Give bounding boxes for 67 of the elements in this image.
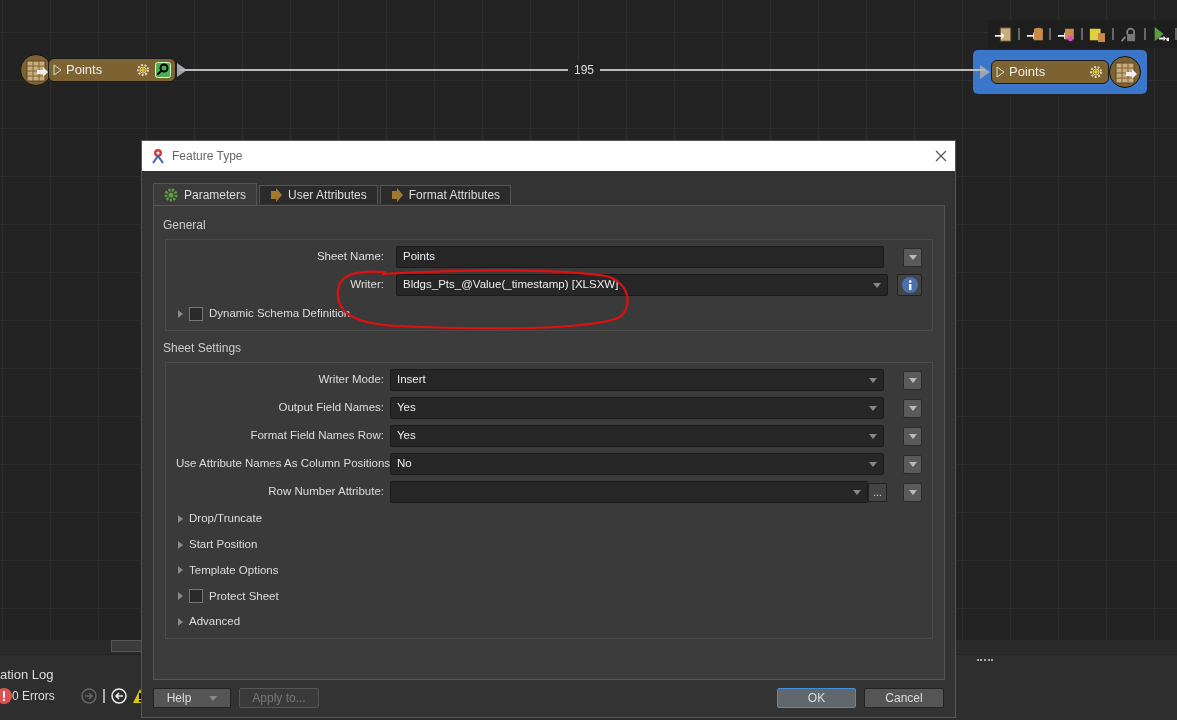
gear-icon[interactable]: [1088, 64, 1104, 80]
inspect-icon[interactable]: [155, 62, 171, 78]
error-icon: [0, 688, 12, 704]
group-label[interactable]: Drop/Truncate: [189, 510, 263, 528]
add-reader-icon[interactable]: [994, 24, 1012, 44]
input-field[interactable]: Points: [396, 246, 884, 268]
feature-node[interactable]: Points: [20, 54, 188, 86]
expand-icon[interactable]: [178, 540, 183, 549]
error-count[interactable]: 0 Errors: [12, 687, 55, 705]
dropdown-field[interactable]: Yes: [390, 397, 884, 419]
dropdown-button[interactable]: [903, 454, 922, 474]
field-label: Use Attribute Names As Column Positions:: [176, 456, 390, 472]
expand-icon[interactable]: [178, 310, 183, 318]
group-label[interactable]: Template Options: [189, 561, 279, 580]
dropdown-field[interactable]: [390, 481, 868, 503]
log-title: ation Log: [0, 666, 54, 684]
dropdown-field[interactable]: Insert: [390, 369, 884, 391]
info-icon: [901, 277, 918, 293]
gear-icon[interactable]: [135, 62, 151, 78]
arrow-icon: [390, 188, 403, 202]
dropdown-button[interactable]: [903, 426, 922, 446]
node-label: Points: [66, 61, 104, 80]
forward-icon[interactable]: [80, 688, 97, 704]
dropdown-button[interactable]: [903, 370, 922, 390]
dropdown-button[interactable]: [903, 398, 922, 418]
node-label: Points: [1009, 63, 1047, 82]
dropdown-button[interactable]: [903, 247, 922, 267]
checkbox[interactable]: [189, 307, 203, 321]
window-title: Feature Type: [172, 148, 244, 165]
field-label: Sheet Name:: [315, 249, 385, 265]
expand-icon[interactable]: [178, 514, 183, 523]
group-label[interactable]: Protect Sheet: [209, 587, 279, 605]
expand-icon[interactable]: [178, 592, 183, 601]
app-icon: [150, 148, 166, 164]
section-title: General: [163, 217, 207, 234]
info-button[interactable]: [897, 274, 922, 296]
browse-button[interactable]: ...: [868, 482, 887, 502]
help-button[interactable]: Help: [153, 688, 231, 708]
dropdown-field[interactable]: Bldgs_Pts_@Value(_timestamp) [XLSXW]: [396, 274, 888, 296]
expand-icon[interactable]: [178, 618, 183, 627]
close-icon[interactable]: [935, 150, 947, 162]
expand-icon[interactable]: [178, 566, 183, 575]
field-label: Output Field Names:: [277, 400, 385, 416]
gear-icon: [164, 187, 178, 202]
feature-count: 195: [568, 61, 601, 79]
tab[interactable]: Format Attributes: [379, 185, 512, 204]
field-label: Writer:: [349, 277, 385, 293]
connection-line[interactable]: [180, 69, 985, 71]
field-label: Format Field Names Row:: [249, 428, 385, 444]
group-label[interactable]: Start Position: [189, 536, 258, 554]
checkbox[interactable]: [189, 589, 203, 604]
table-icon: [1109, 56, 1141, 88]
dropdown-button[interactable]: [903, 482, 922, 502]
back-icon[interactable]: [110, 688, 127, 704]
arrow-icon: [270, 188, 283, 202]
dropdown-field[interactable]: Yes: [390, 425, 884, 447]
group-label[interactable]: Advanced: [189, 613, 241, 631]
group-label[interactable]: Dynamic Schema Definition: [209, 305, 351, 323]
field-label: Writer Mode:: [317, 372, 385, 388]
ok-button[interactable]: OK: [777, 688, 856, 708]
section-title: Sheet Settings: [163, 340, 243, 357]
tab[interactable]: Parameters: [153, 183, 258, 205]
selected-node[interactable]: Points: [973, 50, 1147, 94]
dropdown-field[interactable]: No: [390, 453, 884, 475]
field-label: Row Number Attribute:: [267, 484, 385, 500]
tab[interactable]: User Attributes: [259, 185, 378, 204]
dialog-button[interactable]: Cancel: [864, 688, 944, 708]
